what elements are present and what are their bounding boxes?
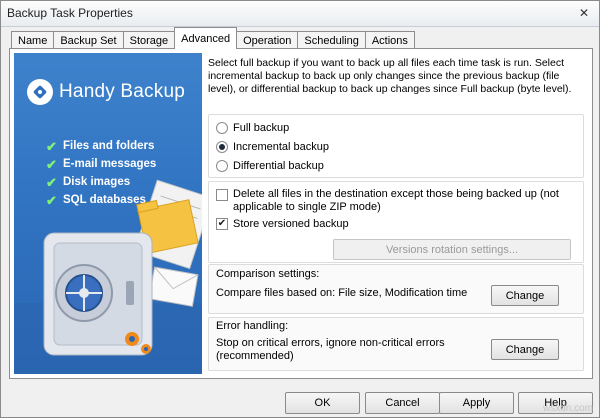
title-bar: Backup Task Properties ✕: [1, 1, 599, 27]
delete-files-label-line1: Delete all files in the destination exce…: [233, 188, 559, 200]
tab-storage[interactable]: Storage: [122, 31, 176, 49]
error-handling-title: Error handling:: [216, 320, 289, 332]
delete-files-checkbox[interactable]: Delete all files in the destination exce…: [216, 188, 559, 214]
comparison-settings-group: Comparison settings: Compare files based…: [208, 264, 584, 314]
backup-type-description: Select full backup if you want to back u…: [208, 57, 572, 95]
store-versioned-backup-checkbox[interactable]: ✔ Store versioned backup: [216, 218, 349, 230]
watermark: wsxdn.com: [542, 403, 593, 414]
tab-scheduling[interactable]: Scheduling: [297, 31, 366, 49]
safe-illustration: [14, 179, 202, 374]
backup-task-properties-window: Backup Task Properties ✕ Name Backup Set…: [0, 0, 600, 418]
advanced-tab-panel: Handy Backup ✔ Files and folders ✔ E-mai…: [9, 48, 593, 379]
checkbox-checked-icon: ✔: [216, 218, 228, 230]
store-versioned-backup-label: Store versioned backup: [233, 218, 349, 230]
backup-type-group: Full backup Incremental backup Different…: [208, 114, 584, 178]
incremental-backup-radio[interactable]: Incremental backup: [216, 141, 329, 153]
error-handling-text-line1: Stop on critical errors, ignore non-crit…: [216, 337, 445, 349]
radio-icon: [216, 160, 228, 172]
comparison-change-button[interactable]: Change: [491, 285, 559, 306]
comparison-settings-title: Comparison settings:: [216, 268, 320, 280]
full-backup-label: Full backup: [233, 122, 290, 134]
tab-strip: Name Backup Set Storage Advanced Operati…: [11, 27, 415, 49]
window-title: Backup Task Properties: [7, 6, 133, 20]
radio-selected-icon: [216, 141, 228, 153]
full-backup-radio[interactable]: Full backup: [216, 122, 289, 134]
handy-backup-banner: Handy Backup ✔ Files and folders ✔ E-mai…: [14, 53, 202, 374]
versions-rotation-settings-button[interactable]: Versions rotation settings...: [333, 239, 571, 260]
tab-advanced[interactable]: Advanced: [174, 27, 238, 49]
tab-operation[interactable]: Operation: [236, 31, 299, 49]
error-handling-text-line2: (recommended): [216, 350, 294, 362]
error-handling-group: Error handling: Stop on critical errors,…: [208, 317, 584, 371]
comparison-settings-text: Compare files based on: File size, Modif…: [216, 287, 468, 299]
error-handling-change-button[interactable]: Change: [491, 339, 559, 360]
delete-files-label-line2: applicable to single ZIP mode): [233, 201, 381, 213]
destination-options-group: Delete all files in the destination exce…: [208, 181, 584, 263]
radio-icon: [216, 122, 228, 134]
apply-button[interactable]: Apply: [439, 392, 514, 414]
checkbox-icon: [216, 189, 228, 201]
differential-backup-label: Differential backup: [233, 160, 324, 172]
differential-backup-radio[interactable]: Differential backup: [216, 160, 324, 172]
cancel-button[interactable]: Cancel: [365, 392, 440, 414]
tab-backup-set[interactable]: Backup Set: [53, 31, 124, 49]
close-icon: ✕: [578, 6, 590, 20]
ok-button[interactable]: OK: [285, 392, 360, 414]
incremental-backup-label: Incremental backup: [233, 141, 329, 153]
tab-name[interactable]: Name: [11, 31, 55, 49]
tab-actions[interactable]: Actions: [364, 31, 415, 49]
close-button[interactable]: ✕: [575, 4, 593, 22]
